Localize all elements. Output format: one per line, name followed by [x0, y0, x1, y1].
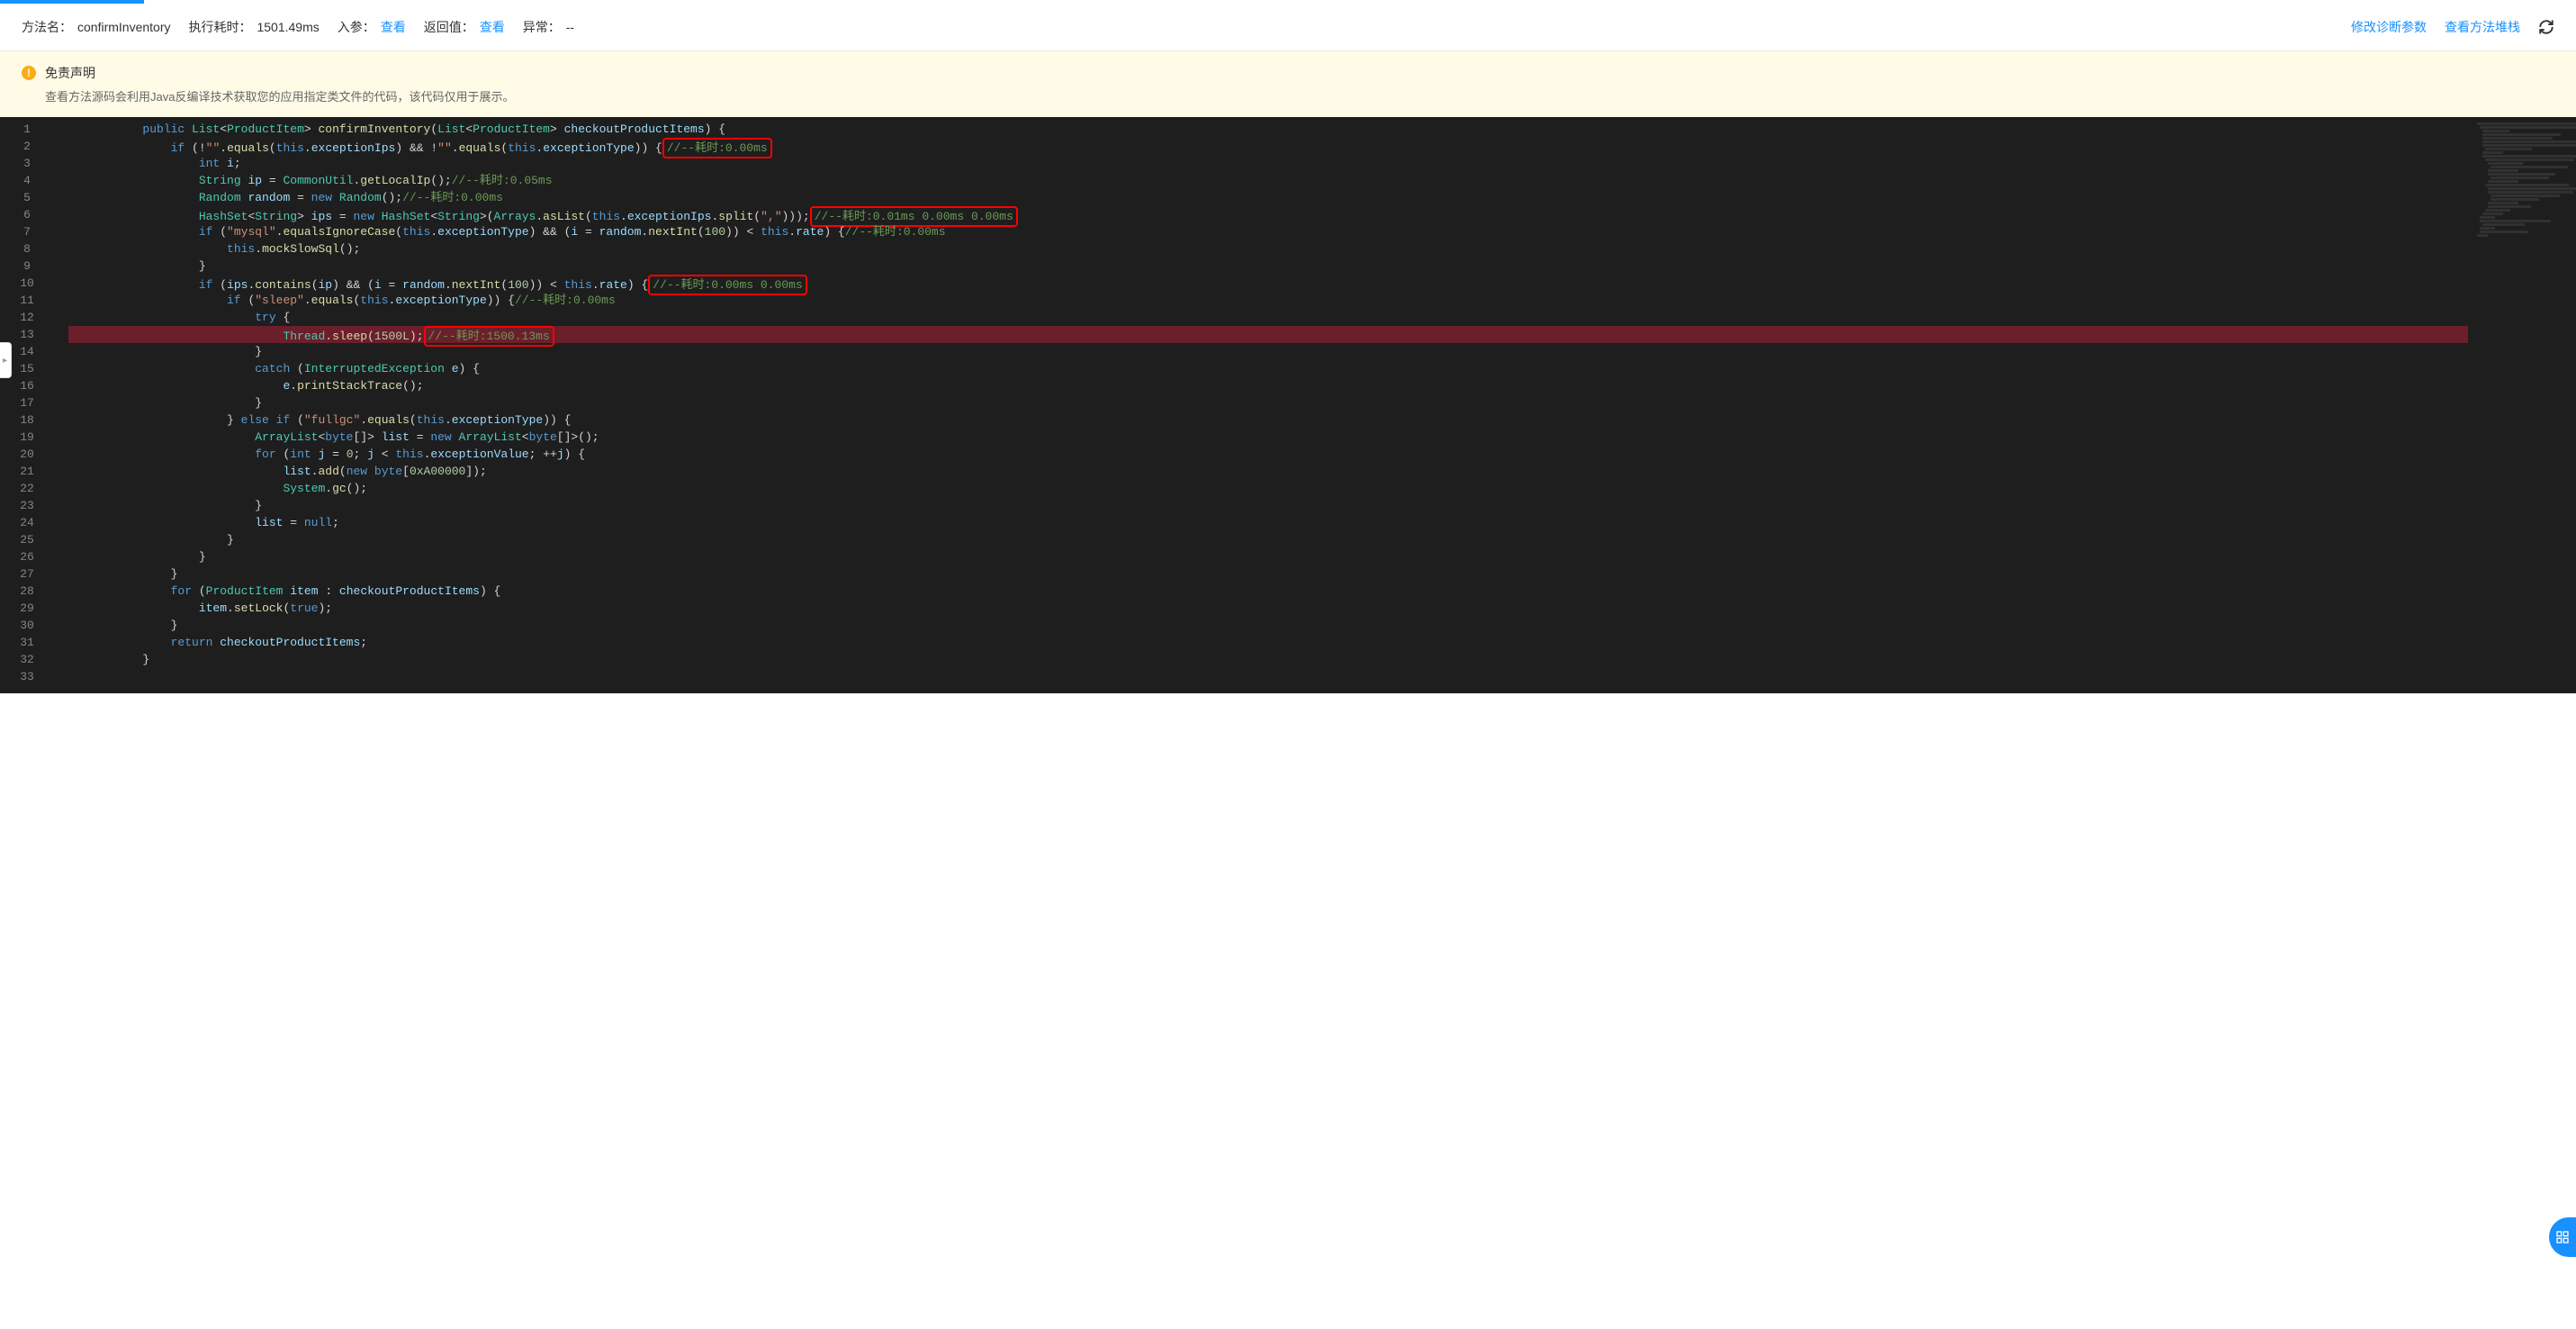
code-line: }	[68, 531, 2468, 548]
line-number: 26	[0, 548, 54, 565]
line-number: 6	[0, 206, 54, 223]
code-line: }	[68, 497, 2468, 514]
code-line: Thread.sleep(1500L);//--耗时:1500.13ms	[68, 326, 2468, 343]
line-number: 22	[0, 480, 54, 497]
line-number: 17	[0, 394, 54, 411]
line-number: 31	[0, 634, 54, 651]
fold-gutter	[54, 117, 68, 693]
code-line: } else if ("fullgc".equals(this.exceptio…	[68, 411, 2468, 429]
code-line	[68, 668, 2468, 685]
header-right: 修改诊断参数 查看方法堆栈	[2351, 18, 2554, 36]
line-number: 3	[0, 155, 54, 172]
code-line: if ("mysql".equalsIgnoreCase(this.except…	[68, 223, 2468, 240]
view-method-stack-link[interactable]: 查看方法堆栈	[2445, 18, 2520, 36]
code-line: }	[68, 258, 2468, 275]
in-params-label: 入参：	[338, 18, 375, 36]
code-line: try {	[68, 309, 2468, 326]
code-line: }	[68, 394, 2468, 411]
code-line: String ip = CommonUtil.getLocalIp();//--…	[68, 172, 2468, 189]
refresh-icon[interactable]	[2538, 19, 2554, 35]
line-number: 28	[0, 583, 54, 600]
line-number: 27	[0, 565, 54, 583]
code-line: for (int j = 0; j < this.exceptionValue;…	[68, 446, 2468, 463]
line-number: 7	[0, 223, 54, 240]
header-bar: 方法名： confirmInventory 执行耗时： 1501.49ms 入参…	[0, 4, 2576, 51]
line-number: 1	[0, 121, 54, 138]
code-line: }	[68, 565, 2468, 583]
exception-item: 异常： --	[523, 18, 574, 36]
return-value-item: 返回值： 查看	[424, 18, 505, 36]
code-area[interactable]: public List<ProductItem> confirmInventor…	[68, 117, 2468, 693]
in-params-item: 入参： 查看	[338, 18, 406, 36]
line-number: 12	[0, 309, 54, 326]
exception-value: --	[566, 20, 574, 34]
header-left: 方法名： confirmInventory 执行耗时： 1501.49ms 入参…	[22, 18, 2333, 36]
code-line: ArrayList<byte[]> list = new ArrayList<b…	[68, 429, 2468, 446]
code-line: item.setLock(true);	[68, 600, 2468, 617]
exception-label: 异常：	[523, 18, 561, 36]
code-container: ▸ 12345678910111213141516171819202122232…	[0, 117, 2576, 693]
code-line: catch (InterruptedException e) {	[68, 360, 2468, 377]
code-line: if ("sleep".equals(this.exceptionType)) …	[68, 292, 2468, 309]
line-number: 24	[0, 514, 54, 531]
collapse-tab[interactable]: ▸	[0, 342, 12, 378]
line-number: 4	[0, 172, 54, 189]
code-line: e.printStackTrace();	[68, 377, 2468, 394]
code-line: System.gc();	[68, 480, 2468, 497]
code-line: }	[68, 651, 2468, 668]
code-line: }	[68, 548, 2468, 565]
line-number: 11	[0, 292, 54, 309]
return-value-label: 返回值：	[424, 18, 474, 36]
line-number: 9	[0, 258, 54, 275]
disclaimer-text: 查看方法源码会利用Java反编译技术获取您的应用指定类文件的代码，该代码仅用于展…	[45, 87, 2554, 104]
line-number: 20	[0, 446, 54, 463]
return-value-link[interactable]: 查看	[480, 18, 505, 36]
line-number: 19	[0, 429, 54, 446]
line-number: 13	[0, 326, 54, 343]
method-name-item: 方法名： confirmInventory	[22, 18, 170, 36]
in-params-link[interactable]: 查看	[381, 18, 406, 36]
code-line: if (ips.contains(ip) && (i = random.next…	[68, 275, 2468, 292]
line-number: 23	[0, 497, 54, 514]
code-line: return checkoutProductItems;	[68, 634, 2468, 651]
modify-diag-params-link[interactable]: 修改诊断参数	[2351, 18, 2427, 36]
minimap[interactable]	[2468, 117, 2576, 693]
line-number: 29	[0, 600, 54, 617]
line-number: 16	[0, 377, 54, 394]
code-line: int i;	[68, 155, 2468, 172]
code-line: if (!"".equals(this.exceptionIps) && !""…	[68, 138, 2468, 155]
line-number: 8	[0, 240, 54, 258]
exec-time-item: 执行耗时： 1501.49ms	[188, 18, 319, 36]
code-line: list = null;	[68, 514, 2468, 531]
method-name-label: 方法名：	[22, 18, 72, 36]
exec-time-value: 1501.49ms	[257, 20, 319, 34]
line-number-gutter: 1234567891011121314151617181920212223242…	[0, 117, 54, 693]
code-line: }	[68, 343, 2468, 360]
code-line: Random random = new Random();//--耗时:0.00…	[68, 189, 2468, 206]
code-line: for (ProductItem item : checkoutProductI…	[68, 583, 2468, 600]
fab-button[interactable]	[2549, 1217, 2576, 1257]
code-line: list.add(new byte[0xA00000]);	[68, 463, 2468, 480]
line-number: 33	[0, 668, 54, 685]
line-number: 18	[0, 411, 54, 429]
line-number: 25	[0, 531, 54, 548]
disclaimer-banner: ! 免责声明 查看方法源码会利用Java反编译技术获取您的应用指定类文件的代码，…	[0, 51, 2576, 117]
disclaimer-title: 免责声明	[45, 64, 2554, 82]
line-number: 5	[0, 189, 54, 206]
code-line: this.mockSlowSql();	[68, 240, 2468, 258]
code-line: HashSet<String> ips = new HashSet<String…	[68, 206, 2468, 223]
method-name-value: confirmInventory	[77, 20, 170, 34]
disclaimer-content: 免责声明 查看方法源码会利用Java反编译技术获取您的应用指定类文件的代码，该代…	[45, 64, 2554, 104]
code-line: public List<ProductItem> confirmInventor…	[68, 121, 2468, 138]
warning-icon: !	[22, 66, 36, 80]
code-line: }	[68, 617, 2468, 634]
line-number: 21	[0, 463, 54, 480]
line-number: 2	[0, 138, 54, 155]
line-number: 30	[0, 617, 54, 634]
line-number: 32	[0, 651, 54, 668]
exec-time-label: 执行耗时：	[188, 18, 251, 36]
line-number: 10	[0, 275, 54, 292]
